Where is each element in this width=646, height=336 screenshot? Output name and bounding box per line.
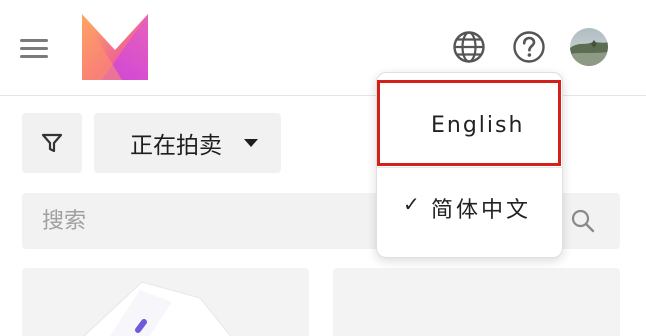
dropdown-divider [377, 167, 562, 168]
auction-card[interactable] [333, 268, 620, 336]
chevron-down-icon [244, 139, 258, 147]
auction-status-select[interactable]: 正在拍卖 [94, 113, 281, 173]
globe-icon[interactable] [451, 29, 487, 65]
hamburger-menu-icon[interactable] [20, 38, 48, 58]
brand-logo-icon[interactable] [82, 14, 148, 80]
language-option-english[interactable]: English [377, 113, 562, 143]
filter-button[interactable] [22, 113, 82, 173]
auction-card[interactable] [22, 268, 309, 336]
language-dropdown [376, 72, 563, 258]
card-thumbnail [83, 281, 232, 336]
user-avatar[interactable] [570, 28, 608, 66]
language-option-label: English [431, 113, 525, 138]
filter-funnel-icon [41, 133, 63, 153]
help-circle-icon[interactable] [511, 29, 547, 65]
language-option-label: 简体中文 [431, 198, 532, 223]
search-icon[interactable] [570, 208, 596, 234]
auction-status-label: 正在拍卖 [130, 133, 222, 159]
language-option-chinese[interactable]: ✓ 简体中文 [377, 192, 562, 226]
checkmark-icon: ✓ [403, 192, 422, 216]
